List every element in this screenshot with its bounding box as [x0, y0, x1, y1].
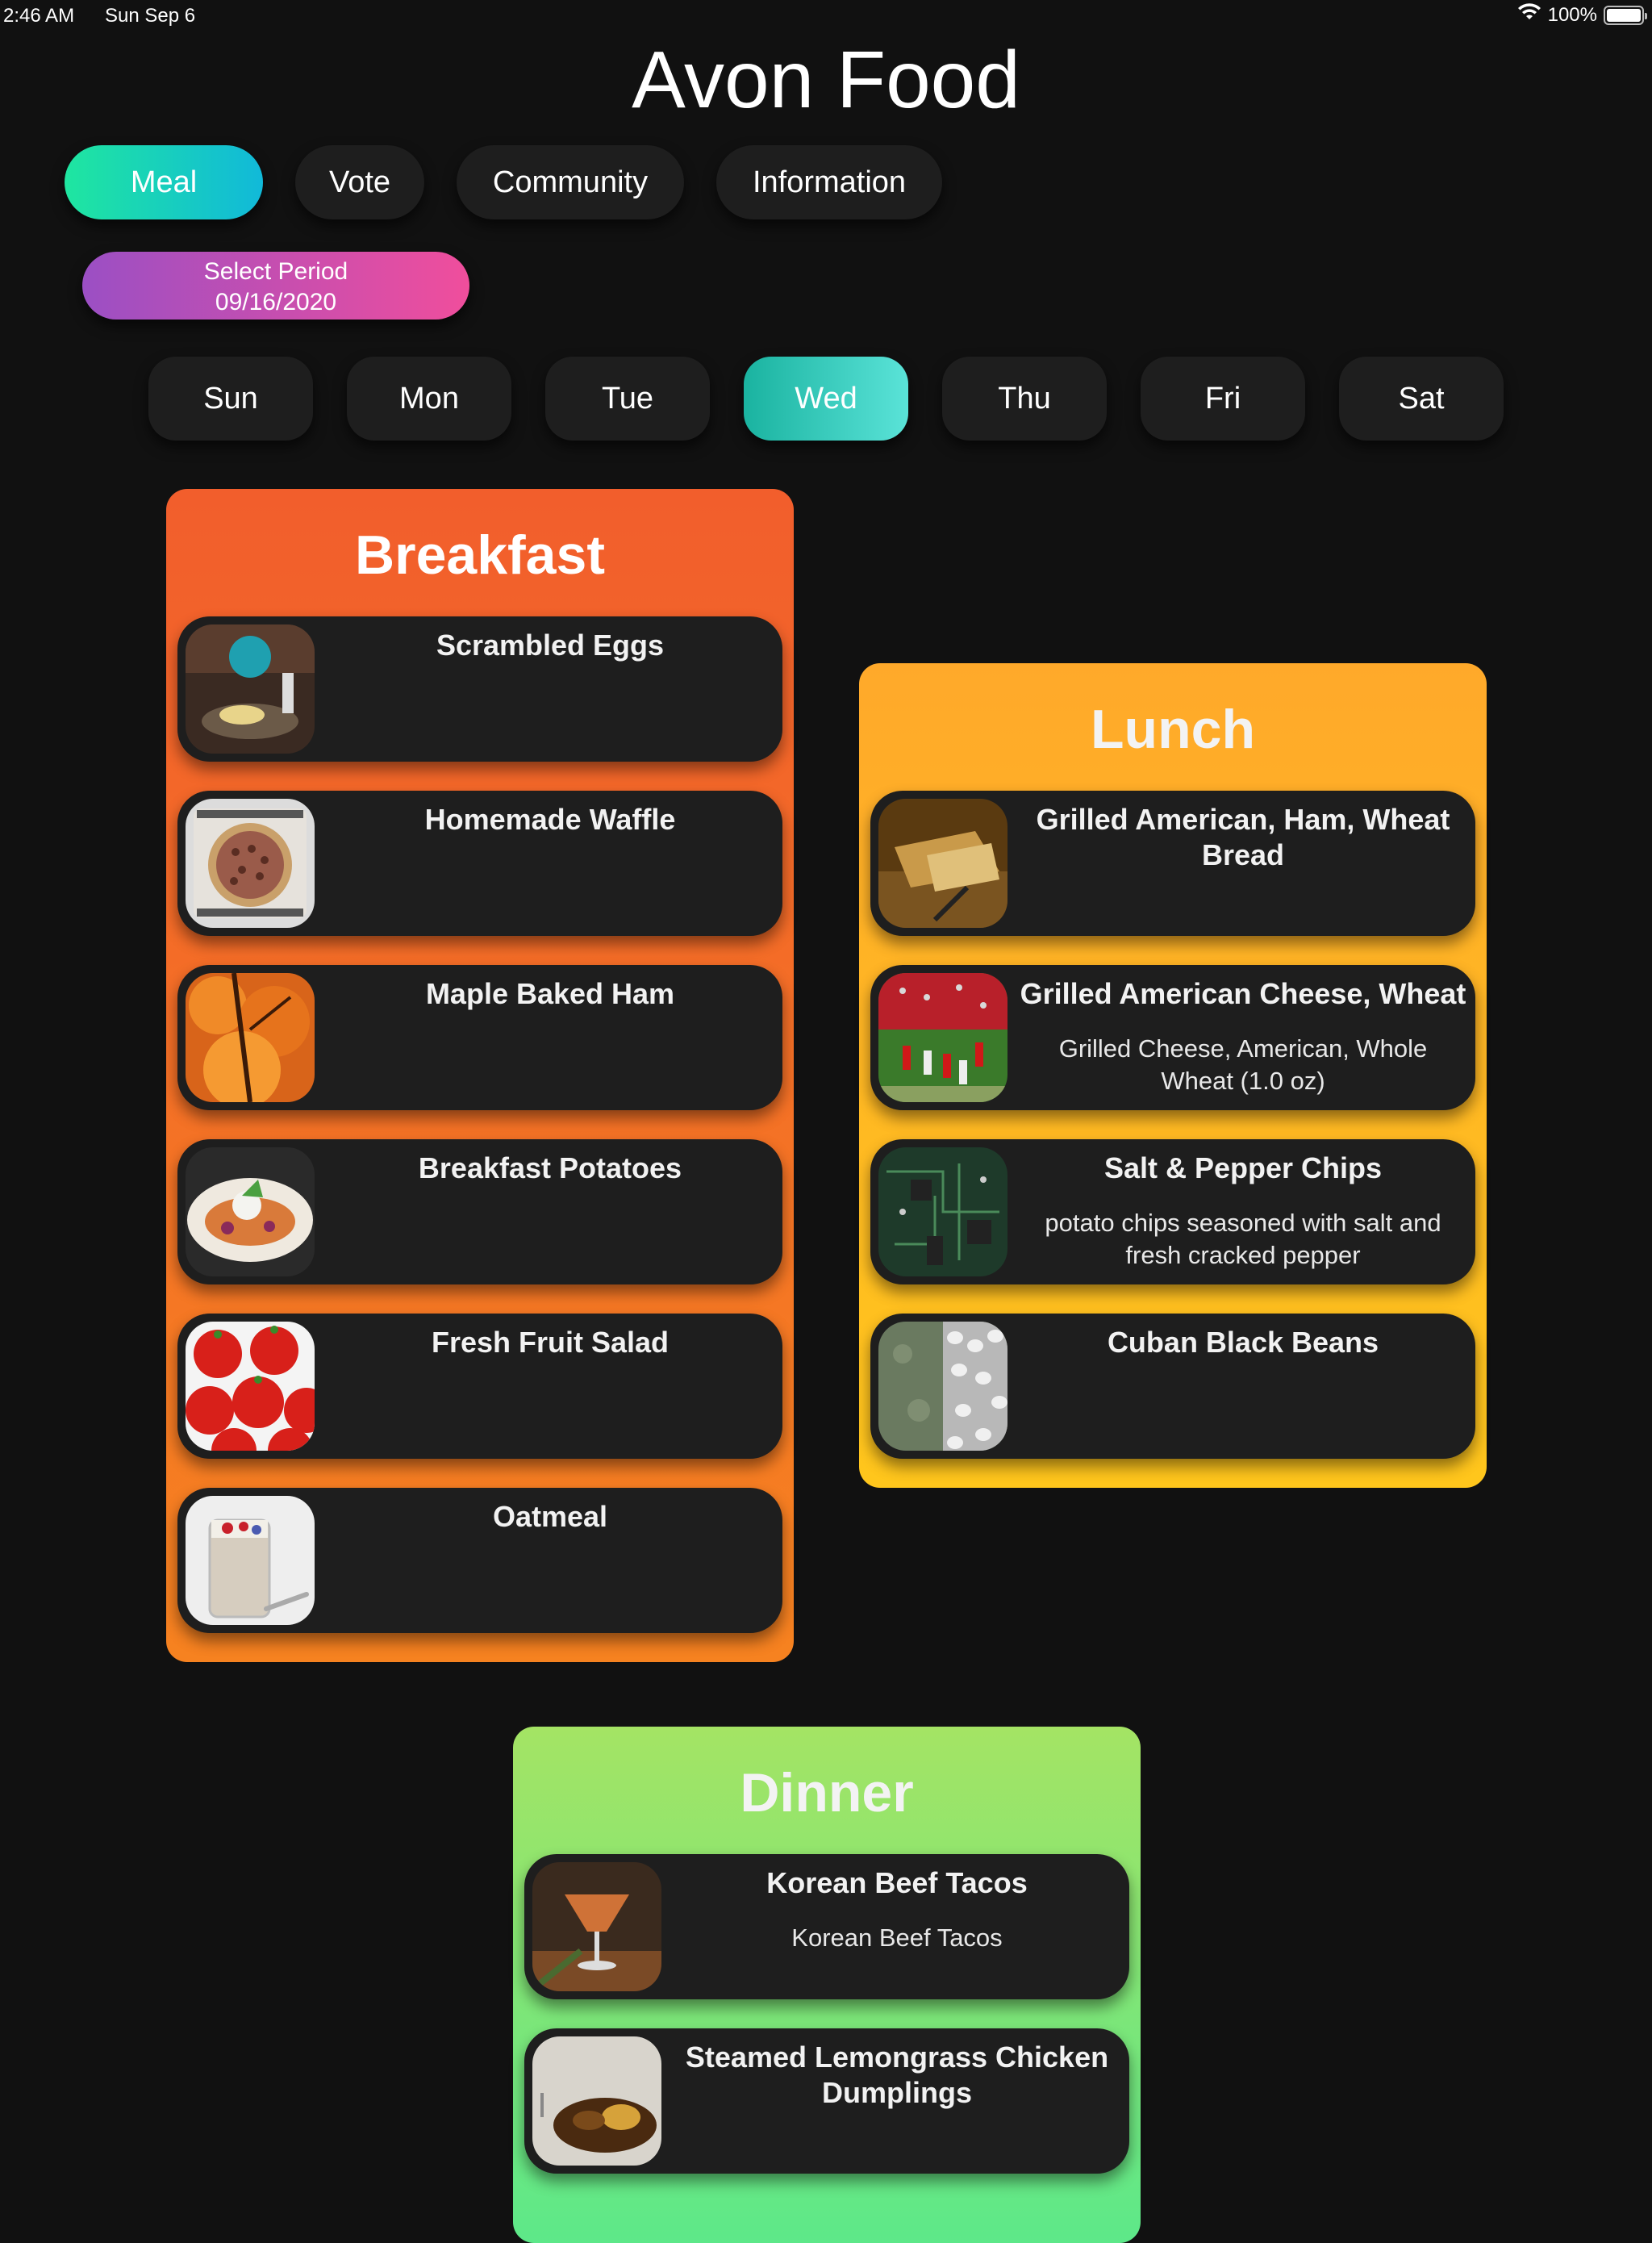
item-name: Fresh Fruit Salad — [431, 1326, 670, 1359]
item-description: Grilled Cheese, American, Whole Wheat (1… — [1058, 1034, 1428, 1095]
food-photo-cocktail — [532, 1862, 661, 1991]
select-period-label: Select Period — [203, 258, 348, 285]
dinner-items: Korean Beef Tacos Korean Beef Tacos Steame… — [524, 1854, 1129, 2203]
breakfast-item[interactable]: Breakfast Potatoes — [177, 1139, 782, 1284]
item-text: Grilled American Cheese, Wheat Grilled Ch… — [1011, 976, 1475, 1097]
breakfast-item[interactable]: Fresh Fruit Salad — [177, 1314, 782, 1459]
item-name: Scrambled Eggs — [436, 629, 665, 662]
breakfast-item[interactable]: Oatmeal — [177, 1488, 782, 1633]
day-tab-fri[interactable]: Fri — [1141, 357, 1305, 441]
battery-percent: 100% — [1547, 3, 1597, 26]
day-tab-mon[interactable]: Mon — [347, 357, 511, 441]
item-name: Maple Baked Ham — [425, 977, 675, 1010]
food-photo-eggs — [186, 624, 315, 754]
item-name: Grilled American, Ham, Wheat Bread — [1036, 803, 1450, 871]
item-text: Cuban Black Beans — [1011, 1325, 1475, 1360]
battery-fill — [1607, 8, 1641, 22]
dinner-item[interactable]: Korean Beef Tacos Korean Beef Tacos — [524, 1854, 1129, 1999]
breakfast-item[interactable]: Homemade Waffle — [177, 791, 782, 936]
item-text: Korean Beef Tacos Korean Beef Tacos — [665, 1865, 1129, 1954]
item-name: Oatmeal — [492, 1500, 608, 1533]
item-name: Korean Beef Tacos — [766, 1866, 1028, 1899]
tab-vote[interactable]: Vote — [295, 145, 424, 219]
item-text: Oatmeal — [318, 1499, 782, 1535]
day-tab-sun[interactable]: Sun — [148, 357, 313, 441]
tab-meal[interactable]: Meal — [65, 145, 263, 219]
item-text: Steamed Lemongrass Chicken Dumplings — [665, 2040, 1129, 2111]
food-photo-beans — [878, 1322, 1007, 1451]
select-period-button[interactable]: Select Period 09/16/2020 — [82, 252, 469, 320]
item-name: Cuban Black Beans — [1107, 1326, 1379, 1359]
item-text: Fresh Fruit Salad — [318, 1325, 782, 1360]
lunch-item[interactable]: Grilled American Cheese, Wheat Grilled Ch… — [870, 965, 1475, 1110]
day-tab-sat[interactable]: Sat — [1339, 357, 1504, 441]
select-period-date: 09/16/2020 — [215, 289, 337, 315]
food-photo-ham — [186, 973, 315, 1102]
food-photo-tomatoes — [186, 1322, 315, 1451]
breakfast-title: Breakfast — [355, 524, 605, 586]
item-text: Homemade Waffle — [318, 802, 782, 837]
tab-community[interactable]: Community — [457, 145, 684, 219]
item-name: Salt & Pepper Chips — [1103, 1151, 1383, 1184]
day-tab-wed[interactable]: Wed — [744, 357, 908, 441]
item-name: Steamed Lemongrass Chicken Dumplings — [685, 2040, 1109, 2109]
breakfast-items: Scrambled Eggs Homemade Waffle Maple Baked… — [177, 616, 782, 1662]
food-photo-stadium — [878, 973, 1007, 1102]
lunch-panel: Lunch Grilled American, Ham, Wheat Bread… — [859, 663, 1487, 1488]
dinner-title: Dinner — [740, 1762, 914, 1823]
food-photo-grilled — [878, 799, 1007, 928]
lunch-title: Lunch — [1091, 699, 1255, 760]
item-description: Korean Beef Tacos — [791, 1923, 1003, 1952]
app-title: Avon Food — [632, 35, 1020, 125]
wifi-icon — [1517, 3, 1541, 27]
dinner-item[interactable]: Steamed Lemongrass Chicken Dumplings — [524, 2028, 1129, 2174]
item-name: Homemade Waffle — [424, 803, 676, 836]
status-right: 100% — [1517, 3, 1647, 27]
item-text: Salt & Pepper Chips potato chips seasoned… — [1011, 1151, 1475, 1272]
status-time: 2:46 AM — [3, 5, 75, 27]
battery-icon — [1604, 5, 1647, 25]
dinner-panel: Dinner Korean Beef Tacos Korean Beef Taco… — [513, 1727, 1141, 2243]
item-text: Breakfast Potatoes — [318, 1151, 782, 1186]
item-text: Grilled American, Ham, Wheat Bread — [1011, 802, 1475, 873]
day-selector: Sun Mon Tue Wed Thu Fri Sat — [148, 357, 1504, 441]
lunch-item[interactable]: Salt & Pepper Chips potato chips seasoned… — [870, 1139, 1475, 1284]
day-tab-tue[interactable]: Tue — [545, 357, 710, 441]
food-photo-dumplings — [532, 2036, 661, 2166]
breakfast-item[interactable]: Maple Baked Ham — [177, 965, 782, 1110]
day-tab-thu[interactable]: Thu — [942, 357, 1107, 441]
item-text: Maple Baked Ham — [318, 976, 782, 1012]
lunch-item[interactable]: Grilled American, Ham, Wheat Bread — [870, 791, 1475, 936]
top-nav: Meal Vote Community Information — [65, 145, 942, 219]
item-text: Scrambled Eggs — [318, 628, 782, 663]
status-bar: 2:46 AM Sun Sep 6 100% — [0, 0, 1652, 32]
tab-information[interactable]: Information — [716, 145, 942, 219]
item-name: Breakfast Potatoes — [418, 1151, 682, 1184]
item-description: potato chips seasoned with salt and fres… — [1045, 1209, 1441, 1269]
lunch-item[interactable]: Cuban Black Beans — [870, 1314, 1475, 1459]
status-date: Sun Sep 6 — [105, 5, 196, 27]
food-photo-oatmeal — [186, 1496, 315, 1625]
lunch-items: Grilled American, Ham, Wheat Bread Grille… — [870, 791, 1475, 1488]
breakfast-panel: Breakfast Scrambled Eggs Homemade Waffle M… — [166, 489, 794, 1662]
food-photo-circuit — [878, 1147, 1007, 1276]
food-photo-potatoes — [186, 1147, 315, 1276]
food-photo-waffle — [186, 799, 315, 928]
breakfast-item[interactable]: Scrambled Eggs — [177, 616, 782, 762]
item-name: Grilled American Cheese, Wheat — [1020, 977, 1466, 1010]
